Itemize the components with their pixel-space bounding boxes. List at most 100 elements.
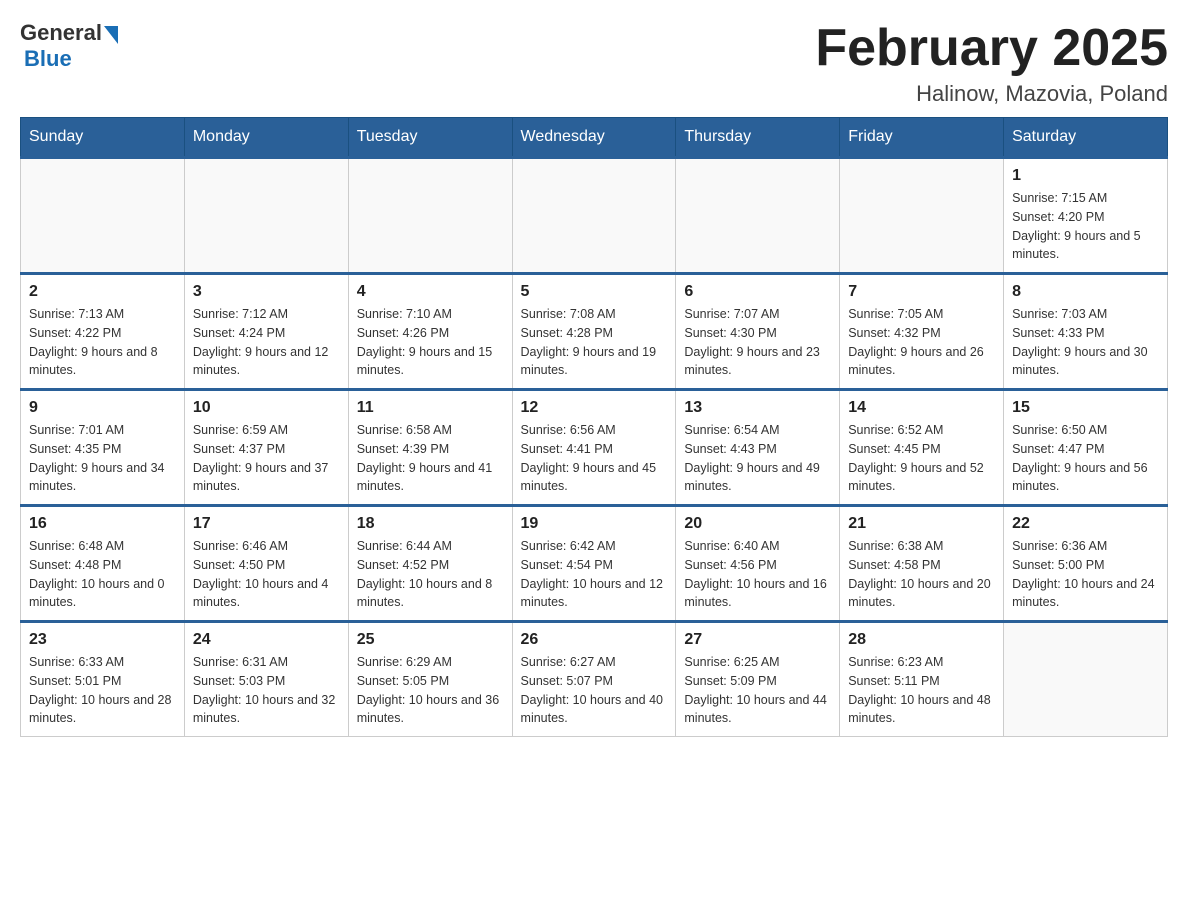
day-number: 3 bbox=[193, 283, 340, 301]
calendar-cell: 24 Sunrise: 6:31 AMSunset: 5:03 PMDayligh… bbox=[184, 622, 348, 737]
day-number: 20 bbox=[684, 515, 831, 533]
day-info: Sunrise: 6:25 AMSunset: 5:09 PMDaylight:… bbox=[684, 653, 831, 728]
weekday-header-sunday: Sunday bbox=[21, 118, 185, 158]
day-number: 18 bbox=[357, 515, 504, 533]
weekday-header-monday: Monday bbox=[184, 118, 348, 158]
day-info: Sunrise: 6:38 AMSunset: 4:58 PMDaylight:… bbox=[848, 537, 995, 612]
weekday-header-tuesday: Tuesday bbox=[348, 118, 512, 158]
logo-blue-text: Blue bbox=[24, 46, 120, 72]
weekday-header-wednesday: Wednesday bbox=[512, 118, 676, 158]
day-info: Sunrise: 6:46 AMSunset: 4:50 PMDaylight:… bbox=[193, 537, 340, 612]
calendar-cell: 7 Sunrise: 7:05 AMSunset: 4:32 PMDaylight… bbox=[840, 274, 1004, 390]
day-number: 5 bbox=[521, 283, 668, 301]
day-number: 7 bbox=[848, 283, 995, 301]
day-info: Sunrise: 7:12 AMSunset: 4:24 PMDaylight:… bbox=[193, 305, 340, 380]
title-section: February 2025 Halinow, Mazovia, Poland bbox=[815, 20, 1168, 107]
calendar-cell: 15 Sunrise: 6:50 AMSunset: 4:47 PMDayligh… bbox=[1004, 390, 1168, 506]
day-number: 9 bbox=[29, 399, 176, 417]
day-number: 16 bbox=[29, 515, 176, 533]
day-number: 1 bbox=[1012, 167, 1159, 185]
calendar-cell bbox=[348, 158, 512, 274]
calendar-cell: 1 Sunrise: 7:15 AMSunset: 4:20 PMDaylight… bbox=[1004, 158, 1168, 274]
day-info: Sunrise: 6:33 AMSunset: 5:01 PMDaylight:… bbox=[29, 653, 176, 728]
day-number: 6 bbox=[684, 283, 831, 301]
day-info: Sunrise: 7:15 AMSunset: 4:20 PMDaylight:… bbox=[1012, 189, 1159, 264]
day-number: 8 bbox=[1012, 283, 1159, 301]
calendar-cell: 12 Sunrise: 6:56 AMSunset: 4:41 PMDayligh… bbox=[512, 390, 676, 506]
day-number: 27 bbox=[684, 631, 831, 649]
day-number: 14 bbox=[848, 399, 995, 417]
day-info: Sunrise: 7:03 AMSunset: 4:33 PMDaylight:… bbox=[1012, 305, 1159, 380]
calendar-week-row: 16 Sunrise: 6:48 AMSunset: 4:48 PMDayligh… bbox=[21, 506, 1168, 622]
calendar-cell: 14 Sunrise: 6:52 AMSunset: 4:45 PMDayligh… bbox=[840, 390, 1004, 506]
calendar-cell: 16 Sunrise: 6:48 AMSunset: 4:48 PMDayligh… bbox=[21, 506, 185, 622]
day-info: Sunrise: 7:01 AMSunset: 4:35 PMDaylight:… bbox=[29, 421, 176, 496]
calendar-cell: 10Sunrise: 6:59 AMSunset: 4:37 PMDayligh… bbox=[184, 390, 348, 506]
calendar-cell: 25 Sunrise: 6:29 AMSunset: 5:05 PMDayligh… bbox=[348, 622, 512, 737]
day-info: Sunrise: 6:56 AMSunset: 4:41 PMDaylight:… bbox=[521, 421, 668, 496]
weekday-header-thursday: Thursday bbox=[676, 118, 840, 158]
day-number: 22 bbox=[1012, 515, 1159, 533]
day-info: Sunrise: 6:23 AMSunset: 5:11 PMDaylight:… bbox=[848, 653, 995, 728]
calendar-cell: 13 Sunrise: 6:54 AMSunset: 4:43 PMDayligh… bbox=[676, 390, 840, 506]
calendar-cell: 2 Sunrise: 7:13 AMSunset: 4:22 PMDaylight… bbox=[21, 274, 185, 390]
calendar-cell: 23 Sunrise: 6:33 AMSunset: 5:01 PMDayligh… bbox=[21, 622, 185, 737]
month-title: February 2025 bbox=[815, 20, 1168, 77]
calendar-cell: 3 Sunrise: 7:12 AMSunset: 4:24 PMDaylight… bbox=[184, 274, 348, 390]
day-info: Sunrise: 6:29 AMSunset: 5:05 PMDaylight:… bbox=[357, 653, 504, 728]
calendar-cell bbox=[512, 158, 676, 274]
calendar-cell: 19Sunrise: 6:42 AMSunset: 4:54 PMDayligh… bbox=[512, 506, 676, 622]
calendar-cell bbox=[1004, 622, 1168, 737]
page-header: General Blue February 2025 Halinow, Mazo… bbox=[20, 20, 1168, 107]
day-info: Sunrise: 7:13 AMSunset: 4:22 PMDaylight:… bbox=[29, 305, 176, 380]
calendar-cell: 4 Sunrise: 7:10 AMSunset: 4:26 PMDaylight… bbox=[348, 274, 512, 390]
day-info: Sunrise: 7:08 AMSunset: 4:28 PMDaylight:… bbox=[521, 305, 668, 380]
calendar-cell: 26Sunrise: 6:27 AMSunset: 5:07 PMDayligh… bbox=[512, 622, 676, 737]
day-info: Sunrise: 6:36 AMSunset: 5:00 PMDaylight:… bbox=[1012, 537, 1159, 612]
calendar-table: SundayMondayTuesdayWednesdayThursdayFrid… bbox=[20, 117, 1168, 737]
day-info: Sunrise: 6:44 AMSunset: 4:52 PMDaylight:… bbox=[357, 537, 504, 612]
calendar-cell: 21 Sunrise: 6:38 AMSunset: 4:58 PMDayligh… bbox=[840, 506, 1004, 622]
day-number: 13 bbox=[684, 399, 831, 417]
day-number: 25 bbox=[357, 631, 504, 649]
day-info: Sunrise: 7:10 AMSunset: 4:26 PMDaylight:… bbox=[357, 305, 504, 380]
calendar-cell: 18 Sunrise: 6:44 AMSunset: 4:52 PMDayligh… bbox=[348, 506, 512, 622]
logo-arrow-icon bbox=[104, 26, 118, 44]
day-info: Sunrise: 6:59 AMSunset: 4:37 PMDaylight:… bbox=[193, 421, 340, 496]
calendar-cell: 20Sunrise: 6:40 AMSunset: 4:56 PMDayligh… bbox=[676, 506, 840, 622]
calendar-cell: 28 Sunrise: 6:23 AMSunset: 5:11 PMDayligh… bbox=[840, 622, 1004, 737]
day-info: Sunrise: 6:48 AMSunset: 4:48 PMDaylight:… bbox=[29, 537, 176, 612]
logo: General Blue bbox=[20, 20, 120, 72]
calendar-week-row: 23 Sunrise: 6:33 AMSunset: 5:01 PMDayligh… bbox=[21, 622, 1168, 737]
calendar-cell: 8 Sunrise: 7:03 AMSunset: 4:33 PMDaylight… bbox=[1004, 274, 1168, 390]
day-number: 15 bbox=[1012, 399, 1159, 417]
calendar-cell: 9 Sunrise: 7:01 AMSunset: 4:35 PMDaylight… bbox=[21, 390, 185, 506]
weekday-header-row: SundayMondayTuesdayWednesdayThursdayFrid… bbox=[21, 118, 1168, 158]
day-info: Sunrise: 6:42 AMSunset: 4:54 PMDaylight:… bbox=[521, 537, 668, 612]
day-number: 4 bbox=[357, 283, 504, 301]
day-info: Sunrise: 7:05 AMSunset: 4:32 PMDaylight:… bbox=[848, 305, 995, 380]
calendar-cell bbox=[840, 158, 1004, 274]
day-number: 21 bbox=[848, 515, 995, 533]
logo-general-text: General bbox=[20, 20, 102, 46]
day-info: Sunrise: 6:31 AMSunset: 5:03 PMDaylight:… bbox=[193, 653, 340, 728]
day-info: Sunrise: 7:07 AMSunset: 4:30 PMDaylight:… bbox=[684, 305, 831, 380]
calendar-week-row: 1 Sunrise: 7:15 AMSunset: 4:20 PMDaylight… bbox=[21, 158, 1168, 274]
calendar-cell: 5 Sunrise: 7:08 AMSunset: 4:28 PMDaylight… bbox=[512, 274, 676, 390]
day-info: Sunrise: 6:50 AMSunset: 4:47 PMDaylight:… bbox=[1012, 421, 1159, 496]
day-number: 24 bbox=[193, 631, 340, 649]
day-info: Sunrise: 6:52 AMSunset: 4:45 PMDaylight:… bbox=[848, 421, 995, 496]
day-number: 2 bbox=[29, 283, 176, 301]
day-number: 12 bbox=[521, 399, 668, 417]
calendar-cell: 11Sunrise: 6:58 AMSunset: 4:39 PMDayligh… bbox=[348, 390, 512, 506]
weekday-header-saturday: Saturday bbox=[1004, 118, 1168, 158]
calendar-cell: 22 Sunrise: 6:36 AMSunset: 5:00 PMDayligh… bbox=[1004, 506, 1168, 622]
day-number: 28 bbox=[848, 631, 995, 649]
day-number: 23 bbox=[29, 631, 176, 649]
calendar-cell: 17Sunrise: 6:46 AMSunset: 4:50 PMDayligh… bbox=[184, 506, 348, 622]
calendar-cell bbox=[184, 158, 348, 274]
calendar-cell bbox=[21, 158, 185, 274]
day-info: Sunrise: 6:54 AMSunset: 4:43 PMDaylight:… bbox=[684, 421, 831, 496]
day-number: 26 bbox=[521, 631, 668, 649]
day-number: 11 bbox=[357, 399, 504, 417]
